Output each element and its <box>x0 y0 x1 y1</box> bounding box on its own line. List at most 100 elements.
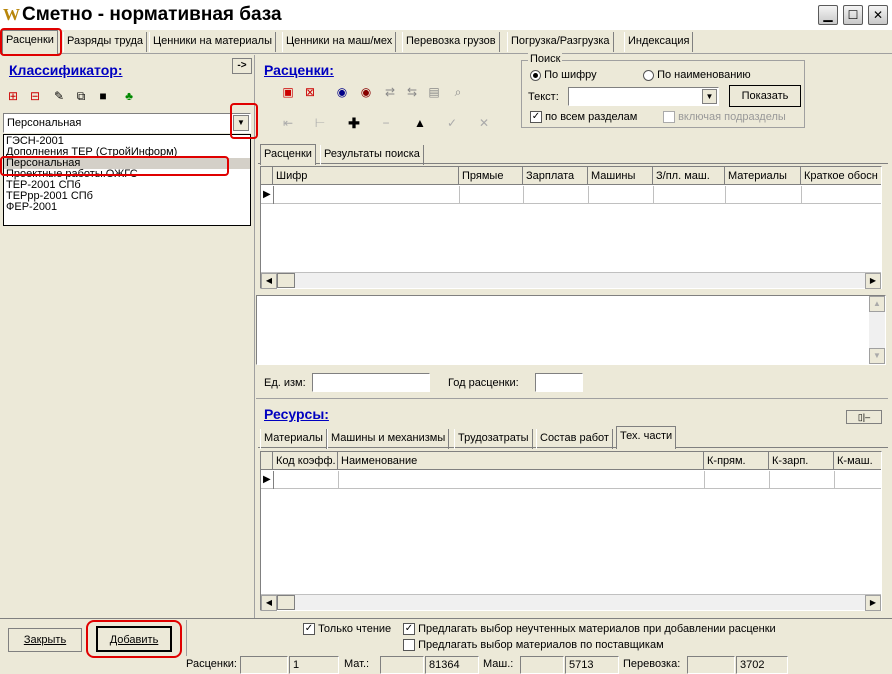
find-icon[interactable]: ⌕ <box>450 84 466 100</box>
classifier-list: ГЭСН-2001 Дополнения ТЕР (СтройИнформ) П… <box>3 134 251 226</box>
status-mash-label: Маш.: <box>483 658 514 670</box>
close-button[interactable]: Закрыть <box>8 628 82 652</box>
unit-field[interactable] <box>312 373 430 392</box>
tab-labor-grades[interactable]: Разряды труда <box>63 32 148 52</box>
copy-icon[interactable]: ⧉ <box>73 88 89 104</box>
resources-horizontal-scrollbar[interactable]: ◀ ▶ <box>261 594 881 611</box>
tab-cargo-transport[interactable]: Перевозка грузов <box>402 32 500 52</box>
close-window-button[interactable]: ✕ <box>868 5 888 25</box>
main-tabs: Расценки Разряды труда Ценники на матери… <box>0 30 892 54</box>
classifier-select[interactable]: Персональная ▼ <box>3 113 251 133</box>
show-button[interactable]: Показать <box>729 85 801 107</box>
rates-horizontal-scrollbar[interactable]: ◀ ▶ <box>261 272 881 289</box>
panel-toggle-icon[interactable]: ▯|– <box>846 410 882 424</box>
status-mash-value: 5713 <box>569 659 594 671</box>
status-transport-value: 3702 <box>740 659 765 671</box>
col-salary[interactable]: Зарплата <box>523 167 588 185</box>
scroll-thumb[interactable] <box>277 595 295 610</box>
read-only-checkbox[interactable]: ✓ Только чтение <box>303 623 391 636</box>
chevron-down-icon[interactable]: ▼ <box>702 89 717 104</box>
first-icon[interactable]: ⇤ <box>280 115 296 131</box>
col-brief[interactable]: Краткое обосн <box>801 167 881 185</box>
dropdown-highlight <box>230 103 258 139</box>
col-code[interactable]: Шифр <box>273 167 459 185</box>
col-direct[interactable]: Прямые <box>459 167 523 185</box>
scroll-left-icon[interactable]: ◀ <box>261 595 277 611</box>
minus-icon[interactable]: − <box>378 115 394 131</box>
color-icon[interactable]: ◉ <box>334 84 350 100</box>
scroll-right-icon[interactable]: ▶ <box>865 595 881 611</box>
subtab-tech-parts[interactable]: Тех. части <box>616 426 677 449</box>
col-k-salary[interactable]: К-зарп. <box>769 452 834 470</box>
stop-icon[interactable]: ■ <box>95 88 111 104</box>
minimize-button[interactable]: ▁ <box>818 5 838 25</box>
resources-grid: Код коэфф. Наименование К-прям. К-зарп. … <box>260 451 882 611</box>
rates-toolbar: ▣ ⊠ ◉ ◉ ⇄ ⇆ ▤ ⌕ <box>280 84 480 104</box>
check-icon[interactable]: ✓ <box>444 115 460 131</box>
navigator: ⇤ ⊢ ✚ − ▲ ✓ ✕ <box>280 115 500 133</box>
offer-suppliers-checkbox[interactable]: Предлагать выбор материалов по поставщик… <box>403 639 664 652</box>
color2-icon[interactable]: ◉ <box>358 84 374 100</box>
table-row[interactable]: ▶ <box>261 186 881 204</box>
col-name[interactable]: Наименование <box>338 452 704 470</box>
col-machine-salary[interactable]: З/пл. маш. <box>653 167 725 185</box>
col-coef-code[interactable]: Код коэфф. <box>273 452 338 470</box>
cancel-icon[interactable]: ✕ <box>476 115 492 131</box>
table-row[interactable]: ▶ <box>261 471 881 489</box>
delete-rate-icon[interactable]: ⊠ <box>302 84 318 100</box>
maximize-button[interactable]: ☐ <box>843 5 863 25</box>
subtab-search-results[interactable]: Результаты поиска <box>320 145 424 165</box>
scroll-left-icon[interactable]: ◀ <box>261 273 277 289</box>
add-node-icon[interactable]: ⊞ <box>5 88 21 104</box>
list-highlight <box>0 156 229 176</box>
tab-indexation[interactable]: Индексация <box>624 32 694 52</box>
scroll-thumb[interactable] <box>277 273 295 288</box>
status-bar: Расценки: 1 Мат.: 81364 Маш.: 5713 Перев… <box>186 656 892 674</box>
rates-grid-header: Шифр Прямые Зарплата Машины З/пл. маш. М… <box>261 167 881 185</box>
search-text-input[interactable]: ▼ <box>568 87 719 106</box>
col-k-direct[interactable]: К-прям. <box>704 452 769 470</box>
edit-icon[interactable]: ✎ <box>51 88 67 104</box>
col-materials[interactable]: Материалы <box>725 167 801 185</box>
scroll-down-icon[interactable]: ▼ <box>869 348 885 364</box>
all-sections-checkbox[interactable]: ✓ по всем разделам <box>530 111 637 124</box>
classifier-panel: Классификатор: -> ⊞ ⊟ ✎ ⧉ ■ ♣ Персональн… <box>0 55 258 618</box>
tab-material-prices[interactable]: Ценники на материалы <box>149 32 276 52</box>
offer-unaccounted-checkbox[interactable]: ✓ Предлагать выбор неучтенных материалов… <box>403 623 776 636</box>
include-subsections-checkbox[interactable]: включая подразделы <box>663 111 786 124</box>
subtab-labor[interactable]: Трудозатраты <box>454 429 533 449</box>
list-item[interactable]: ФЕР-2001 <box>4 202 250 213</box>
prior-icon[interactable]: ⊢ <box>312 115 328 131</box>
new-rate-icon[interactable]: ▣ <box>280 84 296 100</box>
current-row-icon: ▶ <box>263 474 271 485</box>
subtab-materials[interactable]: Материалы <box>260 429 327 449</box>
scroll-up-icon[interactable]: ▲ <box>869 296 885 312</box>
scroll-right-icon[interactable]: ▶ <box>865 273 881 289</box>
collapse-button[interactable]: -> <box>232 58 252 74</box>
subtab-work-composition[interactable]: Состав работ <box>536 429 613 449</box>
move-icon[interactable]: ⇄ <box>382 84 398 100</box>
col-k-machine[interactable]: К-маш. <box>834 452 881 470</box>
subtab-machines[interactable]: Машины и механизмы <box>327 429 450 449</box>
move2-icon[interactable]: ⇆ <box>404 84 420 100</box>
window-title: Сметно - нормативная база <box>22 4 282 25</box>
radio-by-code[interactable]: По шифру <box>530 69 597 81</box>
rates-subtabs: Расценки Результаты поиска <box>258 144 888 165</box>
rates-header: Расценки: <box>264 62 334 78</box>
year-field[interactable] <box>535 373 583 392</box>
plus-icon[interactable]: ✚ <box>346 115 362 131</box>
tab-machine-prices[interactable]: Ценники на маш/мех <box>282 32 397 52</box>
memo-vertical-scrollbar[interactable]: ▲ ▼ <box>869 296 885 364</box>
tab-loading-unloading[interactable]: Погрузка/Разгрузка <box>507 32 614 52</box>
pages-icon[interactable]: ▤ <box>426 84 442 100</box>
description-memo[interactable]: ▲ ▼ <box>256 295 886 365</box>
status-mat-value: 81364 <box>429 659 460 671</box>
radio-by-name[interactable]: По наименованию <box>643 69 751 81</box>
col-machines[interactable]: Машины <box>588 167 653 185</box>
up-icon[interactable]: ▲ <box>412 115 428 131</box>
remove-node-icon[interactable]: ⊟ <box>27 88 43 104</box>
subtab-rates[interactable]: Расценки <box>260 144 316 165</box>
current-row-icon: ▶ <box>263 189 271 200</box>
rates-grid: Шифр Прямые Зарплата Машины З/пл. маш. М… <box>260 166 882 289</box>
tree-icon[interactable]: ♣ <box>121 88 137 104</box>
